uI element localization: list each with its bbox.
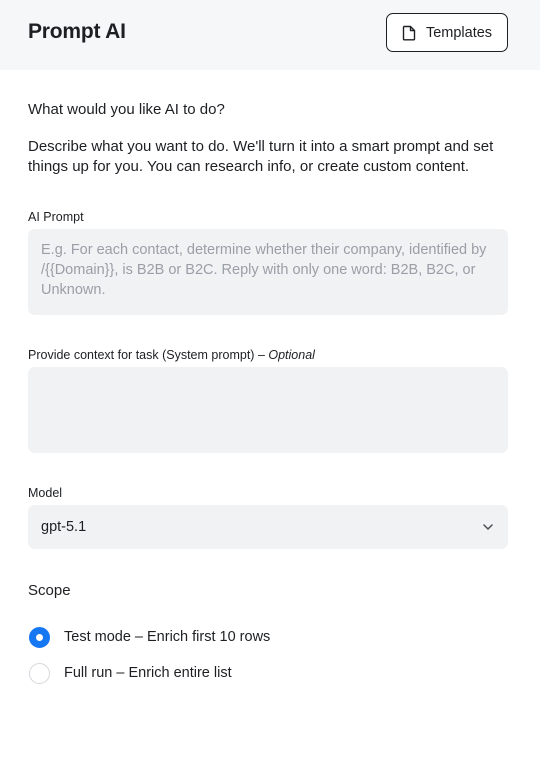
intro-description: Describe what you want to do. We'll turn…: [28, 138, 494, 175]
model-select[interactable]: gpt-5.1: [28, 505, 508, 549]
intro-question: What would you like AI to do?: [28, 101, 225, 118]
scope-option-label: Full run – Enrich entire list: [64, 665, 232, 681]
scope-option-label: Test mode – Enrich first 10 rows: [64, 629, 271, 645]
templates-button-label: Templates: [425, 24, 493, 41]
system-prompt-input[interactable]: [28, 367, 508, 453]
ai-prompt-input[interactable]: [28, 229, 508, 315]
system-prompt-label: Provide context for task (System prompt)…: [28, 348, 315, 362]
radio-button-unselected[interactable]: [29, 662, 50, 684]
page-title: Prompt AI: [28, 20, 126, 43]
chevron-down-icon: [482, 521, 494, 533]
system-prompt-label-text: Provide context for task (System prompt)…: [28, 348, 265, 362]
scope-option-test-mode[interactable]: Test mode – Enrich first 10 rows: [29, 625, 270, 649]
scope-title: Scope: [28, 582, 71, 599]
radio-button-selected[interactable]: [29, 626, 50, 648]
optional-tag: Optional: [268, 348, 315, 362]
header-bar: Prompt AI Templates: [0, 0, 540, 70]
ai-prompt-label: AI Prompt: [28, 210, 84, 224]
model-selected-value: gpt-5.1: [41, 519, 87, 535]
templates-button[interactable]: Templates: [386, 13, 508, 52]
scope-option-full-run[interactable]: Full run – Enrich entire list: [29, 661, 232, 685]
model-label: Model: [28, 486, 63, 500]
document-icon: [402, 25, 416, 41]
